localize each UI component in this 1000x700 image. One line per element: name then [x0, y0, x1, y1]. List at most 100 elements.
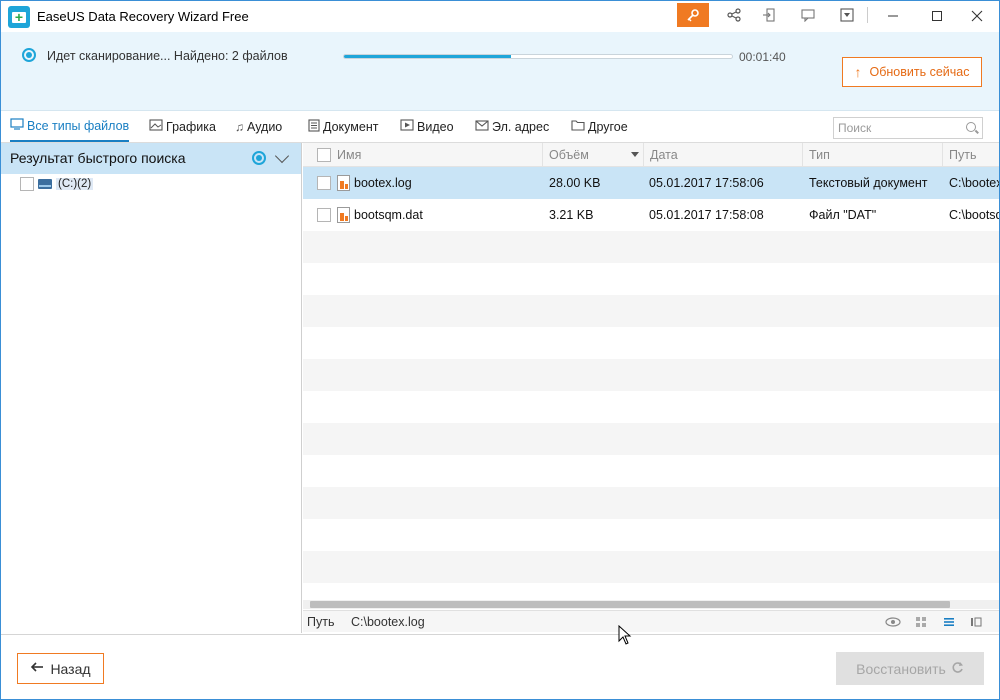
arrow-up-icon: ↑ — [854, 64, 862, 80]
select-all-checkbox[interactable] — [317, 148, 331, 162]
empty-row — [303, 487, 999, 519]
empty-row — [303, 551, 999, 583]
empty-row — [303, 231, 999, 263]
key-icon[interactable] — [677, 3, 709, 27]
scrollbar-thumb[interactable] — [310, 601, 950, 608]
cell-date: 05.01.2017 17:58:08 — [649, 208, 764, 222]
empty-row — [303, 519, 999, 551]
path-status-bar: Путь C:\bootex.log — [303, 610, 999, 632]
empty-row — [303, 263, 999, 295]
column-label: Дата — [650, 148, 678, 162]
empty-row — [303, 295, 999, 327]
cell-type: Текстовый документ — [809, 176, 928, 190]
scan-status-bar: Идет сканирование... Найдено: 2 файлов 0… — [1, 32, 999, 111]
empty-row — [303, 455, 999, 487]
document-icon — [308, 118, 320, 135]
tab-label: Аудио — [247, 119, 283, 134]
file-list-header: Имя Объём Дата Тип Путь — [303, 143, 999, 167]
app-window: EaseUS Data Recovery Wizard Free Идет — [0, 0, 1000, 700]
cell-type: Файл "DAT" — [809, 208, 877, 222]
sign-in-icon[interactable] — [752, 1, 786, 29]
monitor-icon — [10, 118, 24, 133]
quick-search-results-header[interactable]: Результат быстрого поиска — [1, 143, 301, 174]
close-icon[interactable] — [955, 1, 999, 31]
tree-item-checkbox[interactable] — [20, 177, 34, 191]
preview-pane-icon[interactable] — [968, 615, 984, 629]
recover-button[interactable]: Восстановить — [836, 652, 984, 685]
folder-icon — [571, 119, 585, 134]
results-tree-panel: Результат быстрого поиска (C:)(2) — [1, 143, 302, 633]
tree-item-drive-c[interactable]: (C:)(2) — [20, 176, 94, 192]
window-title: EaseUS Data Recovery Wizard Free — [37, 9, 249, 24]
horizontal-scrollbar[interactable] — [303, 600, 999, 609]
table-row[interactable]: bootex.log 28.00 KB 05.01.2017 17:58:06 Тек… — [303, 167, 999, 199]
column-header-path[interactable]: Путь — [943, 143, 999, 167]
chat-icon[interactable] — [791, 1, 825, 29]
empty-row — [303, 359, 999, 391]
video-icon — [400, 119, 414, 134]
empty-row — [303, 391, 999, 423]
path-label: Путь — [307, 615, 335, 629]
cell-name: bootex.log — [317, 167, 543, 199]
tab-document[interactable]: Документ — [308, 111, 378, 142]
back-button-label: Назад — [50, 660, 91, 677]
column-header-size[interactable]: Объём — [543, 143, 644, 167]
tab-audio[interactable]: ♫ Аудио — [235, 111, 282, 142]
tab-video[interactable]: Видео — [400, 111, 454, 142]
grid-view-icon[interactable] — [913, 615, 929, 629]
dropdown-menu-icon[interactable] — [830, 1, 864, 29]
table-row[interactable]: bootsqm.dat 3.21 KB 05.01.2017 17:58:08 Фай… — [303, 199, 999, 231]
titlebar-divider — [867, 7, 868, 23]
share-icon[interactable] — [717, 1, 751, 29]
scan-elapsed-time: 00:01:40 — [739, 50, 786, 64]
image-icon — [149, 119, 163, 134]
cell-name: bootsqm.dat — [317, 199, 543, 231]
cell-path: C:\bootex.log — [949, 176, 999, 190]
row-checkbox[interactable] — [317, 208, 331, 222]
back-button[interactable]: Назад — [17, 653, 104, 684]
list-view-icon[interactable] — [941, 615, 957, 629]
footer-bar: Назад Восстановить — [1, 634, 999, 699]
column-header-date[interactable]: Дата — [644, 143, 803, 167]
app-logo-icon — [8, 6, 30, 28]
column-header-type[interactable]: Тип — [803, 143, 943, 167]
tab-graphics[interactable]: Графика — [149, 111, 216, 142]
column-header-name[interactable]: Имя — [303, 143, 543, 167]
tab-other[interactable]: Другое — [571, 111, 628, 142]
path-value: C:\bootex.log — [351, 615, 425, 629]
search-input[interactable] — [838, 121, 958, 135]
scan-icon — [22, 48, 36, 62]
recover-button-label: Восстановить — [856, 660, 946, 677]
cell-size: 3.21 KB — [549, 208, 594, 222]
search-box — [833, 117, 983, 139]
file-type-filter-bar: Все типы файлов Графика ♫ Аудио Документ… — [1, 111, 999, 143]
column-label: Объём — [549, 148, 589, 162]
maximize-icon[interactable] — [915, 1, 959, 31]
chevron-down-icon[interactable] — [274, 148, 290, 164]
refresh-icon — [951, 661, 964, 677]
tab-label: Видео — [417, 119, 454, 134]
update-now-label: Обновить сейчас — [869, 65, 970, 79]
eye-icon[interactable] — [885, 615, 901, 629]
scan-progress-fill — [344, 55, 511, 58]
tab-label: Документ — [323, 119, 379, 134]
arrow-left-icon — [30, 660, 44, 677]
empty-row — [303, 327, 999, 359]
tab-label: Все типы файлов — [27, 118, 130, 133]
column-label: Путь — [949, 148, 977, 162]
file-icon — [337, 207, 350, 223]
search-icon[interactable] — [966, 122, 976, 132]
minimize-icon[interactable] — [871, 1, 915, 31]
cell-size: 28.00 KB — [549, 176, 601, 190]
scan-progress-bar — [343, 54, 733, 59]
file-list-panel: Имя Объём Дата Тип Путь bootex.log 28.00 … — [303, 143, 999, 633]
sort-descending-icon — [631, 152, 639, 157]
update-now-button[interactable]: ↑ Обновить сейчас — [842, 57, 982, 87]
scan-icon — [252, 151, 266, 165]
row-checkbox[interactable] — [317, 176, 331, 190]
tab-all-file-types[interactable]: Все типы файлов — [10, 111, 130, 142]
tab-label: Другое — [588, 119, 628, 134]
column-label: Имя — [337, 148, 362, 162]
tab-email[interactable]: Эл. адрес — [475, 111, 549, 142]
music-icon: ♫ — [235, 119, 244, 134]
